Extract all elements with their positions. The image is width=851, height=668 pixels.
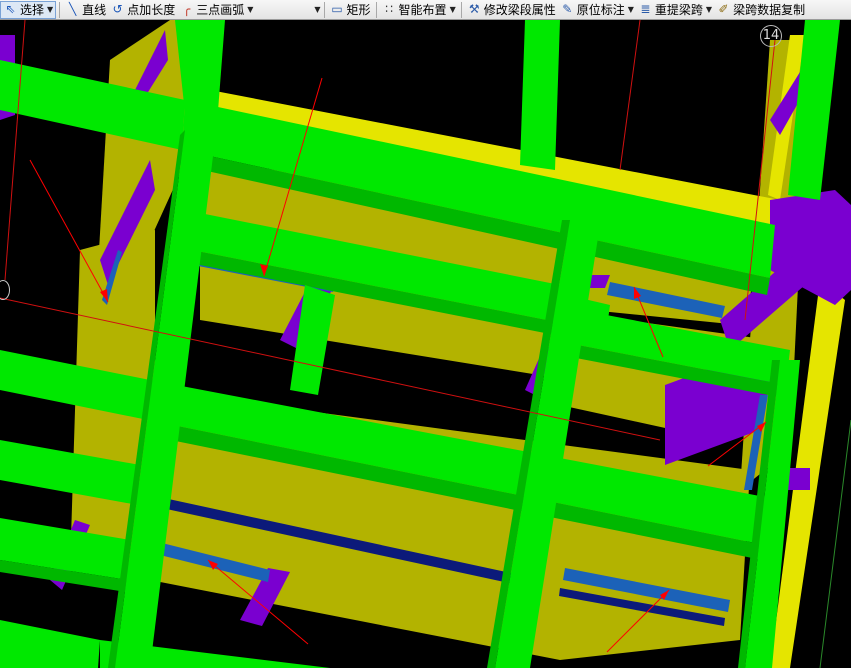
axis-number-badge: 14 [760, 25, 782, 47]
span-copy-icon: ✐ [718, 2, 729, 16]
arc-dropdown-arrow[interactable]: ▼ [247, 5, 253, 14]
select-dropdown-arrow[interactable]: ▼ [47, 5, 53, 14]
repick-span-icon: ≣ [640, 2, 651, 16]
span-data-copy-label: 梁跨数据复制 [733, 3, 806, 17]
line-tool-button[interactable]: ╲ 直线 [63, 1, 108, 19]
arc-icon: ╭ [183, 2, 191, 16]
drawing-toolbar: ⇖ 选择 ▼ ╲ 直线 ↺ 点加长度 ╭ 三点画弧 ▼ ▼ ▭ 矩形 ∷ 智能布… [0, 0, 851, 20]
repick-span-label: 重提梁跨 [654, 3, 703, 17]
toolbar-separator [59, 1, 61, 18]
shape-dropdown-arrow[interactable]: ▼ [314, 5, 320, 14]
line-icon: ╲ [69, 2, 77, 16]
rectangle-icon: ▭ [331, 2, 343, 16]
point-length-tool-button[interactable]: ↺ 点加长度 [108, 1, 177, 19]
three-point-arc-tool-button[interactable]: ╭ 三点画弧 ▼ [177, 1, 255, 19]
smart-layout-dropdown-arrow[interactable]: ▼ [450, 5, 456, 14]
point-length-icon: ↺ [112, 2, 123, 16]
toolbar-separator [460, 1, 462, 18]
three-point-arc-tool-label: 三点画弧 [196, 3, 245, 17]
point-length-tool-label: 点加长度 [127, 3, 176, 17]
line-tool-label: 直线 [82, 3, 107, 17]
smart-layout-icon: ∷ [385, 2, 393, 16]
modify-beam-segment-button[interactable]: ⚒ 修改梁段属性 [465, 1, 558, 19]
3d-model-viewport[interactable] [0, 20, 851, 668]
in-situ-annotation-icon: ✎ [562, 2, 573, 16]
smart-layout-label: 智能布置 [398, 3, 447, 17]
select-tool-button[interactable]: ⇖ 选择 ▼ [0, 0, 57, 19]
toolbar-separator [323, 1, 325, 18]
rectangle-tool-label: 矩形 [346, 3, 371, 17]
rectangle-tool-button[interactable]: ▭ 矩形 [328, 1, 373, 19]
in-situ-dropdown-arrow[interactable]: ▼ [628, 5, 634, 14]
modify-beam-segment-label: 修改梁段属性 [483, 3, 556, 17]
in-situ-annotation-label: 原位标注 [576, 3, 625, 17]
span-data-copy-button[interactable]: ✐ 梁跨数据复制 [714, 1, 807, 19]
repick-span-button[interactable]: ≣ 重提梁跨 ▼ [636, 1, 714, 19]
toolbar-separator [375, 1, 377, 18]
modify-beam-icon: ⚒ [468, 2, 480, 16]
smart-layout-button[interactable]: ∷ 智能布置 ▼ [380, 1, 458, 19]
select-cursor-icon: ⇖ [5, 2, 16, 16]
select-tool-label: 选择 [20, 3, 45, 17]
girder-top-center [520, 20, 560, 170]
in-situ-annotation-button[interactable]: ✎ 原位标注 ▼ [558, 1, 636, 19]
model-canvas [0, 20, 851, 668]
repick-span-dropdown-arrow[interactable]: ▼ [706, 5, 712, 14]
